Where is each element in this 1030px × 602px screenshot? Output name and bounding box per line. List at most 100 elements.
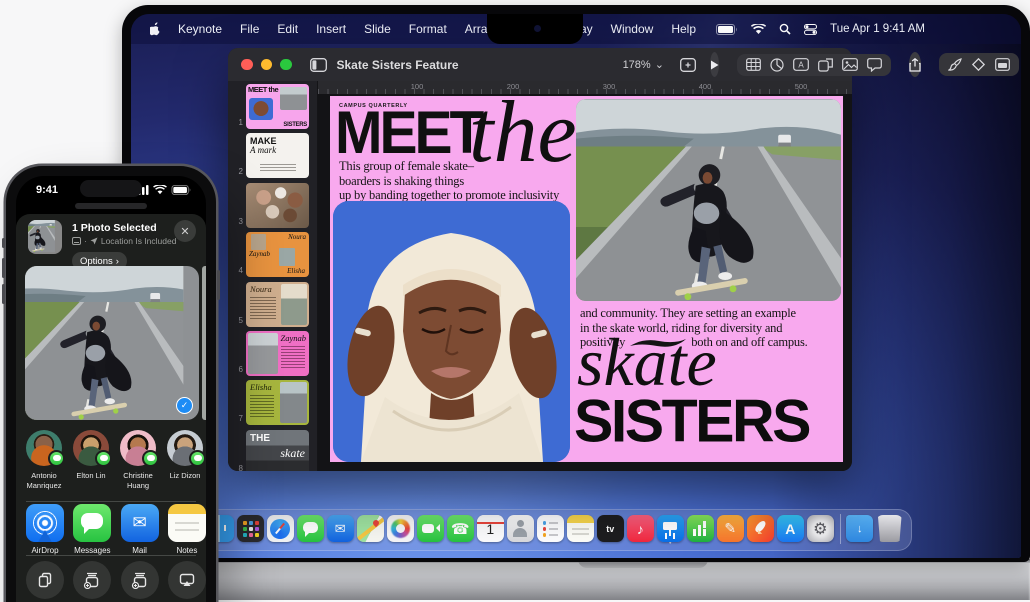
dock-app-icon[interactable]: ⚙ bbox=[807, 515, 834, 542]
battery-icon[interactable] bbox=[716, 24, 738, 35]
avatar[interactable] bbox=[26, 430, 62, 466]
slide-thumbnail[interactable]: Noura Zaynab Elisha bbox=[246, 232, 309, 277]
dock-app-icon[interactable] bbox=[876, 515, 903, 542]
avatar[interactable] bbox=[167, 430, 203, 466]
document-icon[interactable] bbox=[995, 58, 1010, 71]
slide-thumbnail[interactable]: THE skate bbox=[246, 430, 309, 471]
sidebar-icon[interactable] bbox=[310, 58, 327, 72]
dock-item bbox=[836, 514, 844, 547]
airplay-icon[interactable] bbox=[168, 561, 206, 599]
share-app-icon[interactable]: ✉ bbox=[121, 504, 159, 542]
portrait-photo[interactable] bbox=[333, 201, 570, 462]
dock-app-icon[interactable]: ☎ bbox=[447, 515, 474, 542]
avatar[interactable] bbox=[73, 430, 109, 466]
slide-thumbnail[interactable]: MAKE A mark bbox=[246, 133, 309, 178]
table-icon[interactable] bbox=[746, 58, 761, 71]
menu-item[interactable]: Slide bbox=[364, 22, 391, 36]
dock-app-icon[interactable] bbox=[357, 515, 384, 542]
volume-up-button[interactable] bbox=[2, 258, 5, 278]
side-button[interactable] bbox=[217, 270, 220, 300]
menu-item[interactable]: Window bbox=[611, 22, 654, 36]
next-photo-peek[interactable] bbox=[202, 266, 206, 420]
dock-app-icon[interactable] bbox=[417, 515, 444, 542]
menu-bar-clock[interactable]: Tue Apr 1 9:41 AM bbox=[830, 23, 925, 35]
format-icon[interactable] bbox=[948, 58, 962, 72]
slide-canvas[interactable]: CAMPUS QUARTERLY MEET the This group of … bbox=[318, 94, 852, 471]
share-app-icon[interactable] bbox=[73, 504, 111, 542]
dock-app-icon[interactable] bbox=[387, 515, 414, 542]
selected-photo[interactable]: ✓ bbox=[25, 266, 199, 420]
menu-item[interactable]: Edit bbox=[277, 22, 298, 36]
dock-app-icon[interactable] bbox=[507, 515, 534, 542]
dock-app-icon[interactable]: ✉ bbox=[327, 515, 354, 542]
play-icon[interactable] bbox=[710, 52, 719, 77]
slide-thumbnail[interactable]: Elisha bbox=[246, 380, 309, 425]
dock-app-icon[interactable]: ♪ bbox=[627, 515, 654, 542]
slide-outro-script[interactable]: skate bbox=[577, 328, 717, 396]
animate-icon[interactable] bbox=[971, 57, 986, 72]
share-app[interactable]: AirDrop bbox=[26, 504, 64, 555]
dock-item bbox=[686, 515, 715, 545]
add-to-shared-album-icon[interactable] bbox=[121, 561, 159, 599]
share-app[interactable]: Messages bbox=[73, 504, 111, 555]
dock-app-icon[interactable] bbox=[567, 515, 594, 542]
zoom-window-button[interactable] bbox=[280, 59, 292, 71]
add-slide-icon[interactable] bbox=[680, 58, 696, 72]
skater-photo[interactable] bbox=[576, 99, 841, 301]
add-to-album-icon[interactable] bbox=[73, 561, 111, 599]
share-contact[interactable]: Elton Lin bbox=[73, 430, 109, 491]
dock-app-icon[interactable] bbox=[657, 515, 684, 542]
comment-icon[interactable] bbox=[867, 58, 882, 72]
menu-item[interactable]: File bbox=[240, 22, 259, 36]
share-app[interactable]: Notes bbox=[168, 504, 206, 555]
action-button[interactable] bbox=[2, 238, 5, 248]
dock-app-icon[interactable] bbox=[237, 515, 264, 542]
dock-app-icon[interactable] bbox=[297, 515, 324, 542]
dock-app-icon[interactable] bbox=[840, 514, 841, 544]
minimize-window-button[interactable] bbox=[261, 59, 273, 71]
slide-1-editor[interactable]: CAMPUS QUARTERLY MEET the This group of … bbox=[330, 96, 843, 462]
dock-app-icon[interactable] bbox=[267, 515, 294, 542]
media-icon[interactable] bbox=[842, 58, 858, 71]
menu-item[interactable]: Help bbox=[671, 22, 696, 36]
slide-intro-text[interactable]: This group of female skate– boarders is … bbox=[339, 159, 589, 203]
avatar[interactable] bbox=[120, 430, 156, 466]
menu-item[interactable]: Format bbox=[409, 22, 447, 36]
shape-icon[interactable] bbox=[818, 58, 833, 72]
slide-thumbnail[interactable]: Zaynab bbox=[246, 331, 309, 376]
close-icon[interactable]: ✕ bbox=[174, 220, 196, 242]
share-app[interactable]: ✉ Mail bbox=[121, 504, 159, 555]
volume-down-button[interactable] bbox=[2, 284, 5, 304]
chart-icon[interactable] bbox=[770, 58, 784, 72]
share-icon[interactable] bbox=[909, 52, 921, 77]
apple-logo-icon[interactable] bbox=[150, 22, 163, 37]
dock-app-icon[interactable] bbox=[747, 515, 774, 542]
menu-item[interactable]: Keynote bbox=[178, 22, 222, 36]
dock-app-icon[interactable] bbox=[687, 515, 714, 542]
close-window-button[interactable] bbox=[241, 59, 253, 71]
zoom-level-control[interactable]: 178%⌄ bbox=[623, 58, 664, 71]
wifi-icon[interactable] bbox=[751, 24, 766, 35]
slide-thumbnail[interactable]: Noura bbox=[246, 282, 309, 327]
dock-app-icon[interactable] bbox=[537, 515, 564, 542]
dock-app-icon[interactable]: 1 bbox=[477, 515, 504, 542]
control-center-icon[interactable] bbox=[804, 24, 817, 35]
search-icon[interactable] bbox=[779, 23, 791, 35]
share-contact[interactable]: Christine Huang bbox=[120, 430, 156, 491]
menu-item[interactable]: Insert bbox=[316, 22, 346, 36]
share-contact[interactable]: Antonio Manriquez bbox=[26, 430, 62, 491]
dock-item: ✎ bbox=[716, 515, 745, 545]
slide-title-main[interactable]: MEET bbox=[335, 106, 481, 161]
slide-thumbnail[interactable]: MEET the SISTERS bbox=[246, 84, 309, 129]
share-contact[interactable]: Liz Dizon bbox=[167, 430, 203, 491]
share-app-icon[interactable] bbox=[168, 504, 206, 542]
dock-app-icon[interactable]: ↓ bbox=[846, 515, 873, 542]
dock-app-icon[interactable]: A bbox=[777, 515, 804, 542]
copy-icon[interactable] bbox=[26, 561, 64, 599]
share-app-icon[interactable] bbox=[26, 504, 64, 542]
dock-app-icon[interactable]: tv bbox=[597, 515, 624, 542]
slide-thumbnail[interactable] bbox=[246, 183, 309, 228]
textbox-icon[interactable]: A bbox=[793, 58, 809, 71]
dock-app-icon[interactable]: ✎ bbox=[717, 515, 744, 542]
slide-outro-main[interactable]: SISTERS bbox=[574, 391, 809, 451]
